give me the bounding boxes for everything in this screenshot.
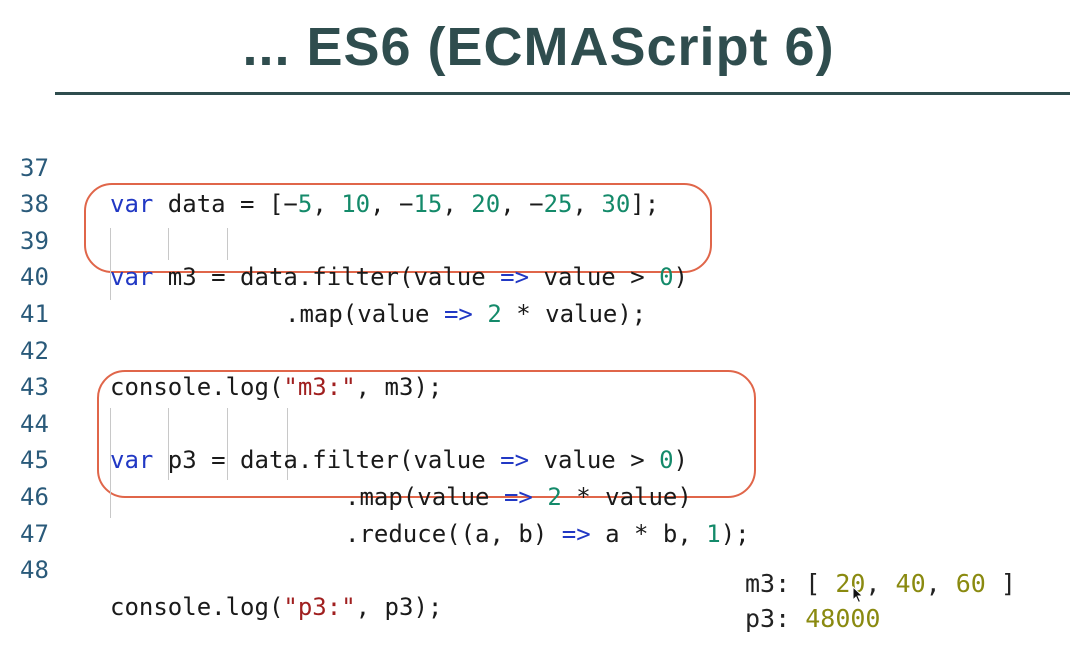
code-line: 44 var p3 = data.filter(value => value >…	[0, 369, 1077, 475]
code-line: 46 .reduce((a, b) => a * b, 1);	[0, 442, 1077, 548]
title-divider	[55, 92, 1070, 95]
output-m3-label: m3:	[745, 569, 791, 598]
console-output: m3: [ 20, 40, 60 ] p3: 48000	[745, 569, 1016, 633]
code-line: 42 console.log("m3:", m3);	[0, 296, 1077, 402]
code-line: 45 .map(value => 2 * value)	[0, 406, 1077, 511]
code-block: 37 var data = [−5, 10, −15, 20, −25, 30]…	[0, 113, 1077, 621]
output-m3-value: 60	[955, 569, 986, 598]
line-number: 48	[20, 556, 49, 585]
slide-title: ... ES6 (ECMAScript 6)	[242, 17, 835, 77]
code-line: 38	[0, 150, 1077, 218]
code-line: 48 console.log("p3:", p3);	[0, 516, 1077, 621]
mouse-pointer-icon	[852, 586, 864, 604]
output-p3-value: 48000	[805, 604, 881, 633]
output-p3-label: p3:	[745, 604, 791, 633]
code-line: 41	[0, 259, 1077, 328]
output-m3-value: 40	[895, 569, 926, 598]
code-line: 39 var m3 = data.filter(value => value >…	[0, 186, 1077, 292]
code-text: console.log("p3:", p3);	[110, 592, 443, 621]
code-line: 40 .map(value => 2 * value);	[0, 223, 1077, 328]
code-line: 43	[0, 333, 1077, 401]
code-line: 37 var data = [−5, 10, −15, 20, −25, 30]…	[0, 113, 1077, 219]
code-line: 47	[0, 479, 1077, 548]
